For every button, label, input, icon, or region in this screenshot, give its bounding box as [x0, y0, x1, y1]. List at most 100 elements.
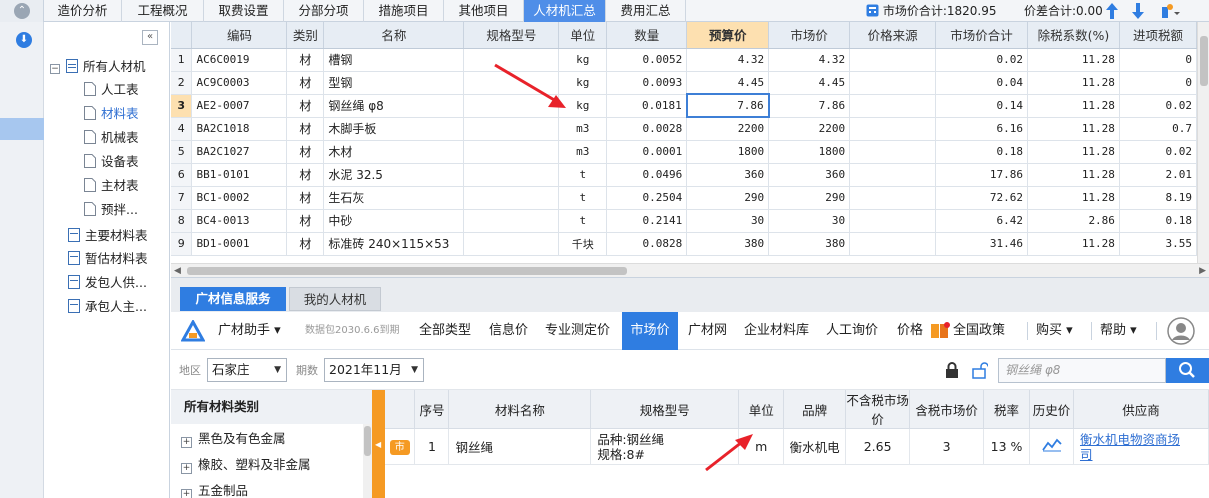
cell-unit[interactable]: 千块: [558, 232, 608, 256]
cell-tax-coef[interactable]: 11.28: [1027, 48, 1120, 72]
tab-my-materials[interactable]: 我的人材机: [289, 287, 381, 311]
cell-market-price[interactable]: 4.32: [768, 48, 851, 72]
cell-spec[interactable]: [463, 163, 560, 187]
cell-market-total[interactable]: 17.86: [935, 163, 1028, 187]
result-header[interactable]: 含税市场价: [909, 390, 985, 429]
category-scrollbar[interactable]: [363, 424, 372, 498]
cell-tax-coef[interactable]: 11.28: [1027, 163, 1120, 187]
arrow-up-icon[interactable]: [1106, 3, 1118, 19]
cell-input-tax[interactable]: 0: [1119, 71, 1197, 95]
cell-tax-coef[interactable]: 11.28: [1027, 140, 1120, 164]
cell-name[interactable]: 木脚手板: [323, 117, 465, 141]
cell-price-source[interactable]: [849, 186, 937, 210]
category-item[interactable]: + 黑色及有色金属: [181, 426, 286, 452]
tree-item-provisional[interactable]: 暂估材料表: [68, 248, 148, 270]
cell-price-source[interactable]: [849, 140, 937, 164]
cell-price-source[interactable]: [849, 209, 937, 233]
cell-unit[interactable]: m3: [558, 117, 608, 141]
cell-spec[interactable]: [463, 94, 560, 118]
result-history[interactable]: [1029, 428, 1074, 465]
cell-budget-price[interactable]: 2200: [686, 117, 770, 141]
cell-market-price[interactable]: 4.45: [768, 71, 851, 95]
cell-category[interactable]: 材: [286, 71, 325, 95]
unlock-icon[interactable]: [972, 362, 988, 379]
cell-tax-coef[interactable]: 11.28: [1027, 232, 1120, 256]
result-header[interactable]: 规格型号: [590, 390, 740, 429]
cell-name[interactable]: 型钢: [323, 71, 465, 95]
row-number[interactable]: 2: [171, 71, 193, 95]
panel-toggle-bar[interactable]: ◀: [372, 390, 385, 498]
cell-market-price[interactable]: 7.86: [768, 94, 851, 118]
grid-row[interactable]: 5 BA2C1027 材木材 m3 0.0001 1800 1800 0.18 11.28 0.0…: [171, 140, 1197, 164]
cell-quantity[interactable]: 0.0001: [606, 140, 688, 164]
cell-price-source[interactable]: [849, 71, 937, 95]
toolbar-price[interactable]: 价格: [897, 312, 923, 350]
category-item[interactable]: + 五金制品: [181, 478, 248, 498]
tree-item-employer-supply[interactable]: 发包人供...: [68, 272, 147, 294]
grid-vertical-scrollbar[interactable]: [1197, 22, 1209, 263]
cell-input-tax[interactable]: 0.18: [1119, 209, 1197, 233]
scroll-thumb[interactable]: [1200, 36, 1208, 86]
row-number[interactable]: 8: [171, 209, 193, 233]
grid-row[interactable]: 3 AE2-0007 材钢丝绳 φ8 kg 0.0181 7.86 7.86 0.14 11.2…: [171, 93, 1197, 118]
cell-unit[interactable]: kg: [558, 94, 608, 118]
search-button[interactable]: [1166, 358, 1209, 383]
grid-header[interactable]: 规格型号: [463, 22, 560, 49]
row-number[interactable]: 5: [171, 140, 193, 164]
cell-unit[interactable]: t: [558, 186, 608, 210]
row-number[interactable]: 3: [171, 94, 193, 118]
grid-header[interactable]: 除税系数(%): [1027, 22, 1120, 49]
cell-input-tax[interactable]: 8.19: [1119, 186, 1197, 210]
cell-name[interactable]: 中砂: [323, 209, 465, 233]
tab-fee-summary[interactable]: 费用汇总: [606, 0, 686, 22]
cell-tax-coef[interactable]: 11.28: [1027, 94, 1120, 118]
assistant-menu[interactable]: 广材助手 ▾: [218, 312, 281, 350]
cell-category[interactable]: 材: [286, 232, 325, 256]
cell-quantity[interactable]: 0.0496: [606, 163, 688, 187]
tab-labor-material-summary[interactable]: 人材机汇总: [524, 0, 606, 22]
cell-price-source[interactable]: [849, 117, 937, 141]
tab-cost-analysis[interactable]: 造价分析: [44, 0, 122, 22]
cell-code[interactable]: AC9C0003: [191, 71, 288, 95]
cell-spec[interactable]: [463, 232, 560, 256]
grid-header[interactable]: 名称: [323, 22, 465, 49]
tree-item-labor[interactable]: 人工表: [84, 79, 139, 101]
cell-market-total[interactable]: 31.46: [935, 232, 1028, 256]
tab-division-items[interactable]: 分部分项: [284, 0, 364, 22]
result-header[interactable]: 单位: [738, 390, 785, 429]
collapse-panel-button[interactable]: «: [142, 30, 158, 45]
cell-price-source[interactable]: [849, 94, 937, 118]
grid-header-budget[interactable]: 预算价: [686, 22, 770, 49]
grid-row[interactable]: 1 AC6C0019 材槽钢 kg 0.0052 4.32 4.32 0.02 11.28 0: [171, 48, 1197, 72]
tree-item-machinery[interactable]: 机械表: [84, 127, 139, 149]
cell-market-price[interactable]: 380: [768, 232, 851, 256]
cell-budget-price[interactable]: 30: [686, 209, 770, 233]
cell-unit[interactable]: m3: [558, 140, 608, 164]
cell-unit[interactable]: t: [558, 209, 608, 233]
result-supplier[interactable]: 衡水机电物资商场司: [1073, 428, 1209, 465]
cell-market-price[interactable]: 1800: [768, 140, 851, 164]
cell-name[interactable]: 槽钢: [323, 48, 465, 72]
cell-quantity[interactable]: 0.0052: [606, 48, 688, 72]
arrow-down-icon[interactable]: [1132, 3, 1144, 19]
grid-horizontal-scrollbar[interactable]: ◀ ▶: [171, 263, 1209, 277]
tab-material-info-service[interactable]: 广材信息服务: [180, 287, 286, 311]
grid-header[interactable]: 进项税额: [1119, 22, 1197, 49]
cell-tax-coef[interactable]: 11.28: [1027, 117, 1120, 141]
cell-input-tax[interactable]: 3.55: [1119, 232, 1197, 256]
toolbar-all-types[interactable]: 全部类型: [419, 312, 471, 350]
user-avatar-icon[interactable]: [1167, 317, 1195, 345]
material-search-input[interactable]: 钢丝绳 φ8: [998, 358, 1166, 383]
cell-market-total[interactable]: 0.18: [935, 140, 1028, 164]
cell-budget-price[interactable]: 1800: [686, 140, 770, 164]
cell-market-total[interactable]: 0.04: [935, 71, 1028, 95]
cell-market-total[interactable]: 6.42: [935, 209, 1028, 233]
toolbar-market-price[interactable]: 市场价: [622, 312, 678, 350]
cell-budget-price[interactable]: 380: [686, 232, 770, 256]
row-number[interactable]: 1: [171, 48, 193, 72]
region-select[interactable]: 石家庄 ▼: [207, 358, 287, 382]
grid-header[interactable]: 市场价: [768, 22, 851, 49]
cell-budget-price[interactable]: 4.32: [686, 48, 770, 72]
scroll-thumb[interactable]: [187, 267, 627, 275]
cell-market-total[interactable]: 0.14: [935, 94, 1028, 118]
